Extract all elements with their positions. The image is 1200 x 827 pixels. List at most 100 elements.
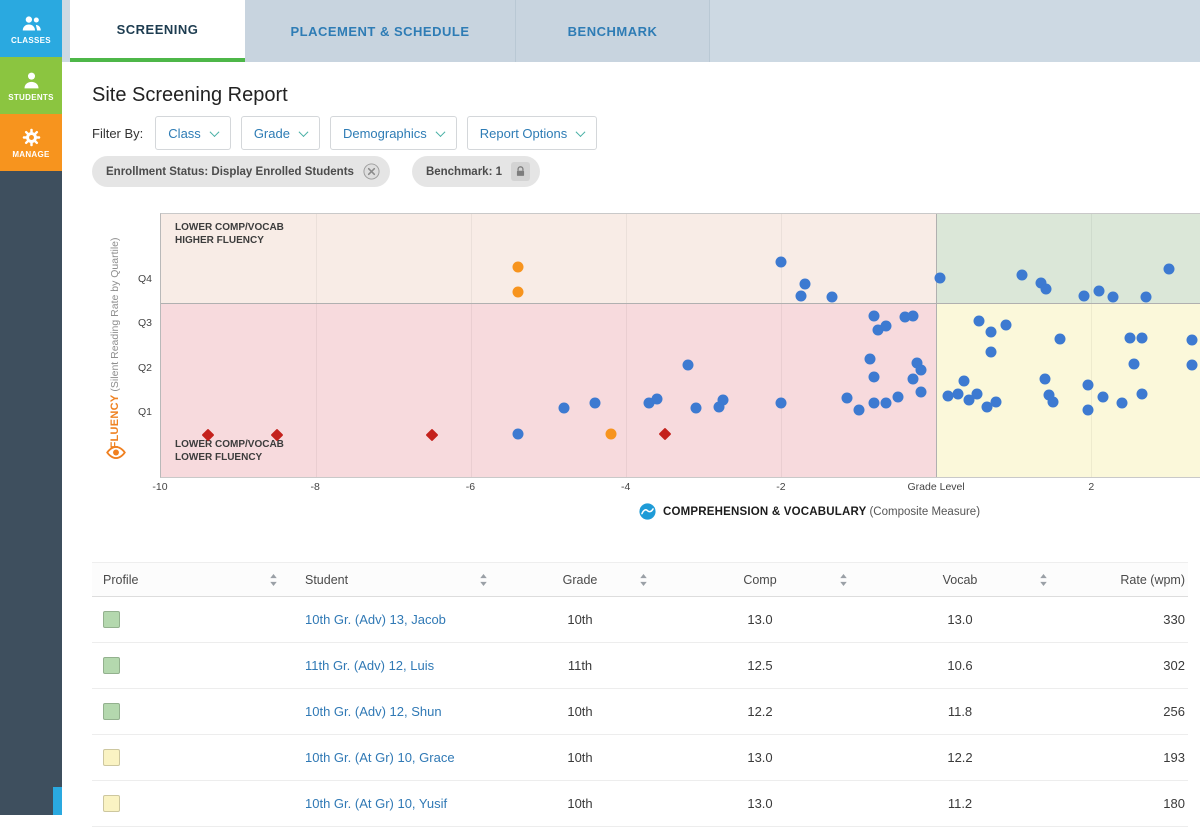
sidebar-scrollbar[interactable] — [53, 787, 62, 815]
student-blue-point[interactable] — [908, 374, 919, 385]
student-blue-point[interactable] — [971, 388, 982, 399]
student-blue-point[interactable] — [799, 279, 810, 290]
student-blue-point[interactable] — [559, 403, 570, 414]
sidebar-item-classes[interactable]: CLASSES — [0, 0, 62, 57]
student-blue-point[interactable] — [1108, 292, 1119, 303]
student-orange-point[interactable] — [512, 287, 523, 298]
filter-dropdown-grade[interactable]: Grade — [241, 116, 320, 150]
column-header-comp[interactable]: Comp — [660, 563, 860, 596]
x-tick-label: Grade Level — [908, 481, 965, 493]
sort-icon[interactable] — [639, 573, 648, 586]
student-blue-point[interactable] — [1094, 285, 1105, 296]
column-header-grade[interactable]: Grade — [500, 563, 660, 596]
student-blue-point[interactable] — [880, 398, 891, 409]
student-blue-point[interactable] — [1078, 291, 1089, 302]
student-link[interactable]: 10th Gr. (At Gr) 10, Yusif — [305, 796, 447, 811]
student-blue-point[interactable] — [865, 353, 876, 364]
student-blue-point[interactable] — [776, 398, 787, 409]
column-header-vocab[interactable]: Vocab — [860, 563, 1060, 596]
student-blue-point[interactable] — [1082, 405, 1093, 416]
student-orange-point[interactable] — [512, 261, 523, 272]
student-blue-point[interactable] — [869, 398, 880, 409]
sidebar-item-manage[interactable]: MANAGE — [0, 114, 62, 171]
close-icon[interactable] — [363, 163, 380, 180]
profile-swatch — [103, 795, 120, 812]
grade-cell: 10th — [500, 689, 660, 734]
column-header-profile[interactable]: Profile — [92, 563, 290, 596]
student-blue-point[interactable] — [1098, 392, 1109, 403]
sidebar-item-label: CLASSES — [11, 36, 51, 45]
student-row: 11th Gr. (Adv) 12, Luis11th12.510.6302 — [92, 643, 1188, 689]
comprehension-icon — [639, 503, 656, 520]
student-blue-point[interactable] — [1016, 270, 1027, 281]
filter-dropdown-demographics[interactable]: Demographics — [330, 116, 457, 150]
student-blue-point[interactable] — [853, 405, 864, 416]
student-blue-point[interactable] — [1187, 335, 1198, 346]
student-blue-point[interactable] — [935, 272, 946, 283]
student-blue-point[interactable] — [683, 360, 694, 371]
student-blue-point[interactable] — [590, 398, 601, 409]
sort-icon[interactable] — [1039, 573, 1048, 586]
student-blue-point[interactable] — [892, 392, 903, 403]
student-blue-point[interactable] — [869, 372, 880, 383]
student-blue-point[interactable] — [869, 310, 880, 321]
student-link[interactable]: 10th Gr. (Adv) 13, Jacob — [305, 612, 446, 627]
sidebar-item-students[interactable]: STUDENTS — [0, 57, 62, 114]
student-blue-point[interactable] — [985, 347, 996, 358]
sort-icon[interactable] — [839, 573, 848, 586]
student-blue-point[interactable] — [1001, 319, 1012, 330]
filter-dropdown-report-options[interactable]: Report Options — [467, 116, 597, 150]
student-blue-point[interactable] — [1129, 359, 1140, 370]
column-header-rate-wpm[interactable]: Rate (wpm) — [1060, 563, 1188, 596]
student-blue-point[interactable] — [958, 375, 969, 386]
sort-icon[interactable] — [269, 573, 278, 586]
student-link[interactable]: 11th Gr. (Adv) 12, Luis — [305, 658, 434, 673]
student-blue-point[interactable] — [1055, 333, 1066, 344]
y-tick-label: Q1 — [138, 406, 152, 418]
quadrant-top-right — [936, 214, 1200, 303]
student-blue-point[interactable] — [985, 327, 996, 338]
student-blue-point[interactable] — [795, 291, 806, 302]
student-blue-point[interactable] — [691, 403, 702, 414]
student-blue-point[interactable] — [880, 320, 891, 331]
student-blue-point[interactable] — [1041, 283, 1052, 294]
filter-dropdown-class[interactable]: Class — [155, 116, 231, 150]
student-blue-point[interactable] — [1039, 374, 1050, 385]
student-blue-point[interactable] — [1047, 397, 1058, 408]
student-link[interactable]: 10th Gr. (At Gr) 10, Grace — [305, 750, 455, 765]
student-blue-point[interactable] — [1136, 332, 1147, 343]
student-blue-point[interactable] — [1117, 398, 1128, 409]
student-blue-point[interactable] — [776, 257, 787, 268]
x-tick-label: 2 — [1088, 481, 1094, 493]
student-blue-point[interactable] — [652, 393, 663, 404]
student-blue-point[interactable] — [915, 387, 926, 398]
student-blue-point[interactable] — [1125, 332, 1136, 343]
gridline — [471, 214, 472, 477]
student-blue-point[interactable] — [915, 365, 926, 376]
student-blue-point[interactable] — [1082, 379, 1093, 390]
student-blue-point[interactable] — [512, 429, 523, 440]
student-blue-point[interactable] — [991, 397, 1002, 408]
student-blue-point[interactable] — [1140, 292, 1151, 303]
student-blue-point[interactable] — [1136, 388, 1147, 399]
sort-icon[interactable] — [479, 573, 488, 586]
student-blue-point[interactable] — [974, 316, 985, 327]
student-blue-point[interactable] — [842, 393, 853, 404]
student-blue-point[interactable] — [718, 395, 729, 406]
student-blue-point[interactable] — [908, 310, 919, 321]
column-header-student[interactable]: Student — [290, 563, 500, 596]
tab-benchmark[interactable]: BENCHMARK — [516, 0, 710, 62]
student-blue-point[interactable] — [826, 292, 837, 303]
student-orange-point[interactable] — [605, 429, 616, 440]
student-link[interactable]: 10th Gr. (Adv) 12, Shun — [305, 704, 442, 719]
sidebar-item-label: STUDENTS — [8, 93, 54, 102]
student-blue-point[interactable] — [1163, 263, 1174, 274]
scatter-plot[interactable]: LOWER COMP/VOCABHIGHER FLUENCYLOWER COMP… — [160, 213, 1200, 478]
student-blue-point[interactable] — [1187, 360, 1198, 371]
y-tick-label: Q2 — [138, 362, 152, 374]
tab-screening[interactable]: SCREENING — [70, 0, 245, 62]
tab-placement-schedule[interactable]: PLACEMENT & SCHEDULE — [245, 0, 516, 62]
x-tick-label: -6 — [466, 481, 475, 493]
table-header-row: ProfileStudentGradeCompVocabRate (wpm) — [92, 562, 1188, 597]
student-blue-point[interactable] — [953, 388, 964, 399]
